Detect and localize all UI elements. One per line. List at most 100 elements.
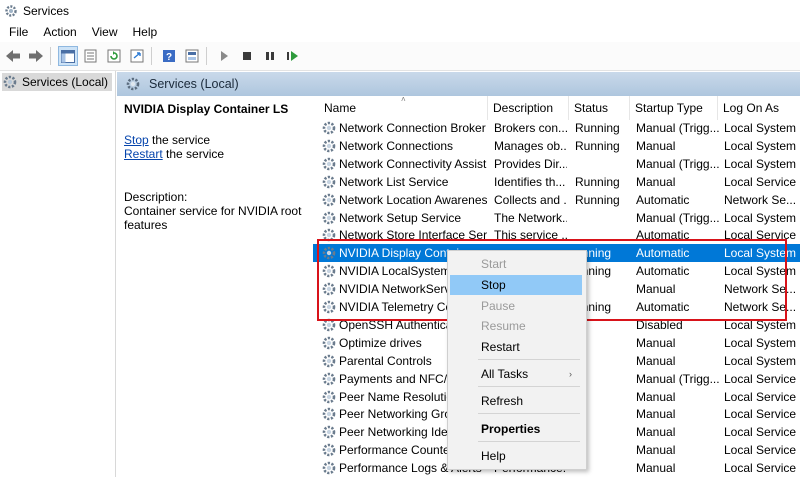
service-startup-type: Manual	[636, 353, 676, 368]
properties-icon[interactable]	[81, 46, 101, 66]
sort-caret-icon: ˄	[401, 96, 406, 104]
context-menu-pause[interactable]: Pause	[450, 296, 582, 316]
service-gear-icon	[321, 317, 337, 333]
column-header-label: Startup Type	[635, 101, 703, 115]
service-row[interactable]: Network Store Interface Serv... This serv…	[313, 226, 800, 244]
submenu-arrow-icon: ›	[569, 369, 572, 379]
service-gear-icon	[321, 335, 337, 351]
menu-file[interactable]: File	[0, 25, 34, 39]
service-log-on-as: Local System	[724, 264, 797, 279]
context-menu-stop[interactable]: Stop	[450, 275, 582, 295]
column-header-name[interactable]: ˄ Name	[313, 96, 488, 120]
service-description: This service ...	[494, 228, 567, 243]
service-name: Network Connection Broker	[339, 121, 486, 135]
service-startup-type: Manual	[636, 335, 676, 350]
service-name: Network Store Interface Serv...	[339, 228, 487, 243]
menu-help[interactable]: Help	[124, 25, 164, 39]
service-gear-icon	[321, 460, 337, 476]
column-header-label: Status	[574, 101, 609, 115]
context-menu-all-tasks[interactable]: All Tasks ›	[450, 364, 582, 384]
service-startup-type: Manual (Trigg...	[636, 371, 720, 386]
menu-separator	[478, 413, 580, 414]
service-log-on-as: Local Service	[724, 371, 797, 386]
column-header-label: Log On As	[723, 101, 780, 115]
column-header-status[interactable]: Status	[569, 96, 630, 120]
help-icon[interactable]: ?	[159, 46, 179, 66]
context-menu-help[interactable]: Help	[450, 446, 582, 466]
show-hide-tree-icon[interactable]	[58, 46, 78, 66]
tree-item-services-local[interactable]: Services (Local)	[2, 73, 113, 91]
service-log-on-as: Local Service	[724, 407, 797, 422]
service-name: Network Connectivity Assist...	[339, 156, 487, 171]
menu-separator	[478, 386, 580, 387]
stop-service-icon[interactable]	[237, 46, 257, 66]
stop-service-link[interactable]: Stop	[124, 133, 149, 147]
column-header-description[interactable]: Description	[488, 96, 569, 120]
service-gear-icon	[321, 192, 337, 208]
service-startup-type: Manual	[636, 425, 676, 440]
service-gear-icon	[321, 120, 337, 136]
refresh-icon[interactable]	[104, 46, 124, 66]
service-gear-icon	[321, 174, 337, 190]
service-gear-icon	[321, 389, 337, 405]
forward-icon[interactable]	[26, 46, 46, 66]
column-header-startup-type[interactable]: Startup Type	[630, 96, 718, 120]
pause-service-icon[interactable]	[260, 46, 280, 66]
service-startup-type: Manual	[636, 461, 676, 476]
service-log-on-as: Local Service	[724, 228, 797, 243]
service-log-on-as: Local System	[724, 210, 797, 225]
service-row[interactable]: Network Connectivity Assist... Provides D…	[313, 155, 800, 173]
service-log-on-as: Network Se...	[724, 300, 797, 314]
service-log-on-as: Local System	[724, 156, 797, 171]
context-menu-refresh[interactable]: Refresh	[450, 391, 582, 411]
context-menu-restart[interactable]: Restart	[450, 337, 582, 357]
service-row[interactable]: Network Location Awareness Collects and .…	[313, 191, 800, 209]
restart-service-text: the service	[162, 147, 225, 161]
toolbar-separator	[151, 47, 152, 65]
service-row[interactable]: Network Connection Broker Brokers con... R…	[313, 119, 800, 137]
service-startup-type: Manual	[636, 174, 676, 189]
toolbar-separator	[50, 47, 51, 65]
service-log-on-as: Local System	[724, 353, 797, 368]
description-label: Description:	[124, 190, 188, 204]
service-row[interactable]: Network List Service Identifies th... Runn…	[313, 173, 800, 191]
service-log-on-as: Local Service	[724, 461, 797, 476]
back-icon[interactable]	[3, 46, 23, 66]
menu-action[interactable]: Action	[34, 25, 82, 39]
service-startup-type: Manual	[636, 282, 676, 297]
service-description: Identifies th...	[494, 174, 566, 189]
service-gear-icon	[321, 227, 337, 243]
window-title: Services	[23, 4, 70, 18]
column-header-log-on-as[interactable]: Log On As	[718, 96, 800, 120]
service-status	[575, 209, 633, 227]
context-menu-start[interactable]: Start	[450, 254, 582, 274]
service-gear-icon	[321, 263, 337, 279]
console-tree-icon[interactable]	[182, 46, 202, 66]
context-menu-properties[interactable]: Properties	[450, 419, 582, 439]
service-startup-type: Automatic	[636, 228, 690, 243]
service-name: Network Connections	[339, 138, 454, 153]
service-name: Network Setup Service	[339, 210, 462, 225]
restart-service-link[interactable]: Restart	[124, 147, 163, 161]
service-log-on-as: Local Service	[724, 389, 797, 404]
menu-view[interactable]: View	[83, 25, 124, 39]
service-log-on-as: Network Se...	[724, 282, 797, 297]
services-gear-icon	[3, 75, 17, 89]
service-row[interactable]: Network Setup Service The Network... Manua…	[313, 209, 800, 227]
service-row[interactable]: Network Connections Manages ob... Running M…	[313, 137, 800, 155]
start-service-icon[interactable]	[214, 46, 234, 66]
export-list-icon[interactable]	[127, 46, 147, 66]
restart-service-icon[interactable]	[283, 46, 303, 66]
context-menu: Start Stop Pause Resume Restart All Task…	[447, 250, 587, 470]
service-startup-type: Manual	[636, 443, 676, 458]
context-menu-resume[interactable]: Resume	[450, 316, 582, 336]
service-log-on-as: Local System	[724, 246, 797, 261]
service-startup-type: Manual	[636, 138, 676, 153]
service-gear-icon	[321, 281, 337, 297]
service-log-on-as: Local Service	[724, 443, 797, 458]
service-gear-icon	[321, 442, 337, 458]
service-startup-type: Manual (Trigg...	[636, 121, 720, 135]
service-log-on-as: Local Service	[724, 174, 797, 189]
service-startup-type: Automatic	[636, 300, 690, 314]
service-gear-icon	[321, 371, 337, 387]
